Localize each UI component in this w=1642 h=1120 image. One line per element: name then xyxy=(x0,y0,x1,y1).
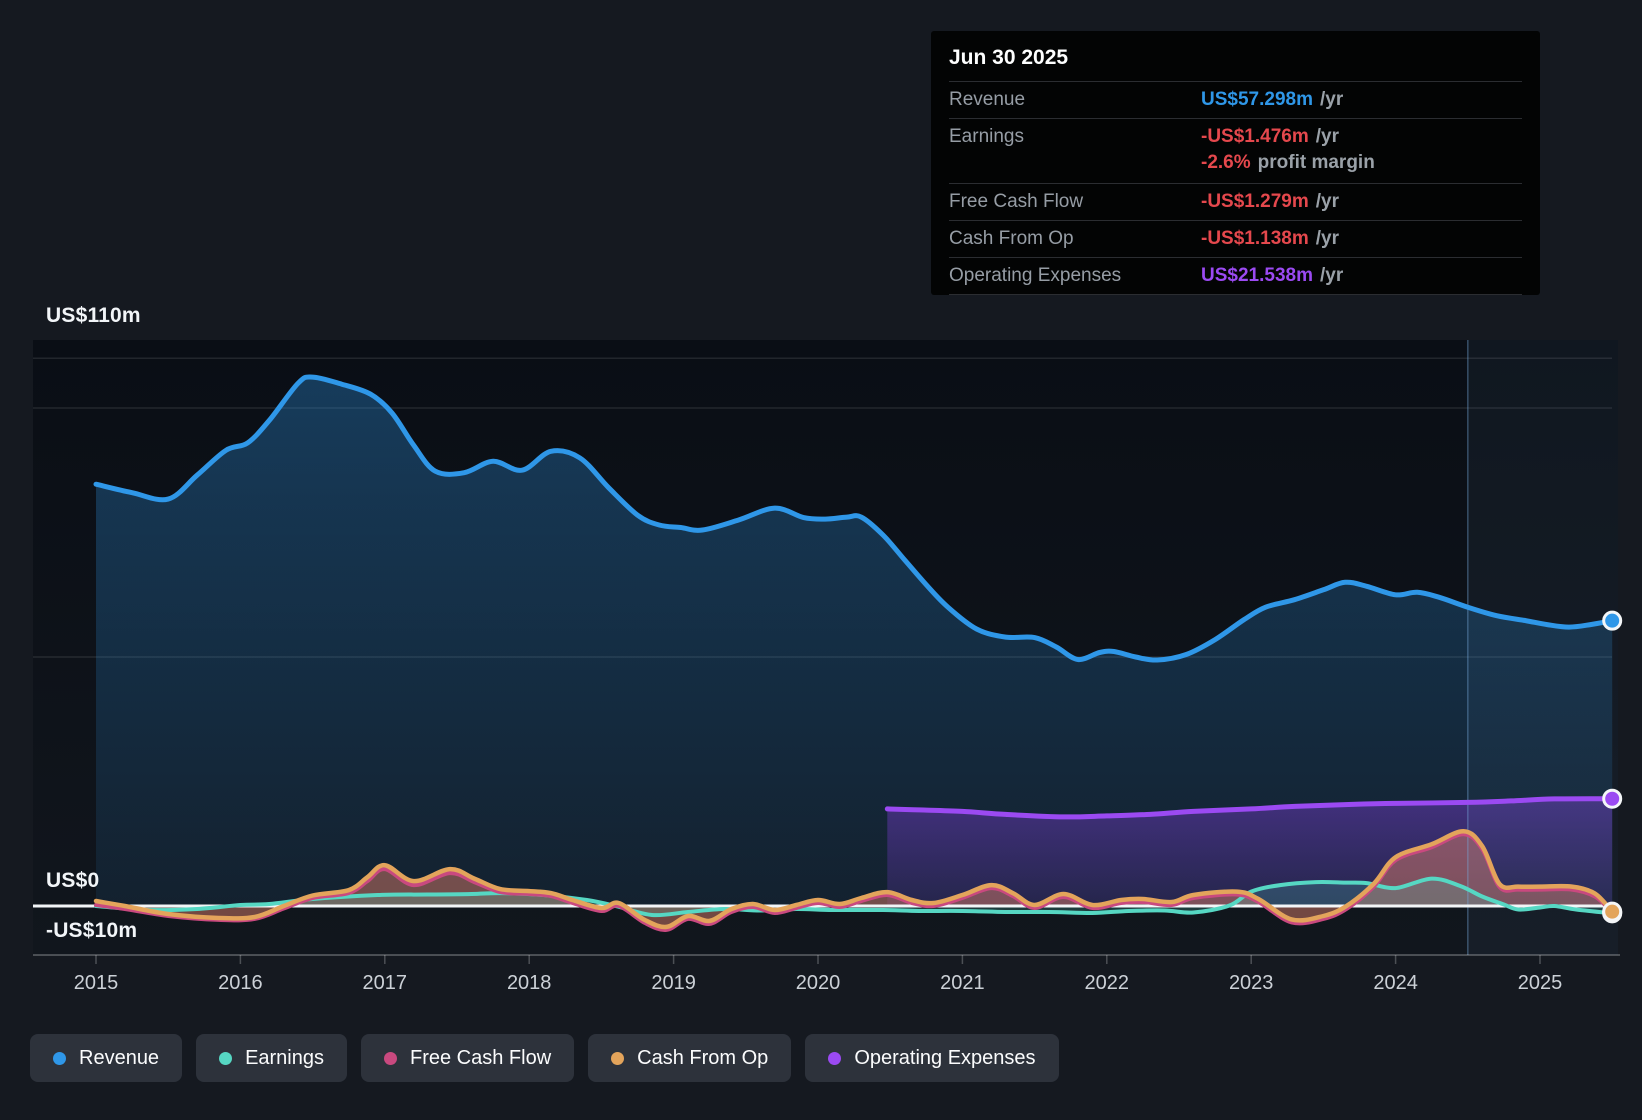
tooltip-row-unit: /yr xyxy=(1315,126,1339,147)
tooltip-row-unit: /yr xyxy=(1315,191,1339,212)
tooltip-row-label: Earnings xyxy=(949,126,1024,147)
fcf-legend-dot-icon xyxy=(384,1051,397,1065)
tooltip-row-label: Cash From Op xyxy=(949,228,1074,249)
legend-item-revenue[interactable]: Revenue xyxy=(30,1034,183,1082)
financial-history-chart-page: US$110m US$0 -US$10m 2015 2016 2017 2018 201… xyxy=(0,0,1642,1120)
y-axis-label-110m: US$110m xyxy=(46,304,141,327)
legend-item-label: Cash From Op xyxy=(637,1046,769,1069)
tooltip-row-value: US$21.538m xyxy=(1201,265,1313,286)
tooltip-row-unit: /yr xyxy=(1319,89,1344,110)
x-axis-label-2020: 2020 xyxy=(795,972,841,994)
tooltip-row-revenue: Revenue US$57.298m/yr xyxy=(949,82,1522,119)
legend-item-label: Free Cash Flow xyxy=(410,1046,552,1069)
profit-margin-value: -2.6% xyxy=(1201,152,1251,173)
tooltip-row-value: -US$1.138m xyxy=(1201,228,1309,249)
tooltip-row-earnings: Earnings -US$1.476m/yr xyxy=(949,119,1522,150)
legend-item-label: Revenue xyxy=(79,1046,160,1069)
legend: Revenue Earnings Free Cash Flow Cash From O… xyxy=(30,1034,1059,1082)
tooltip-row-label: Operating Expenses xyxy=(949,265,1122,286)
y-axis-label-neg10m: -US$10m xyxy=(46,919,138,942)
tooltip-row-operating-expenses: Operating Expenses US$21.538m/yr xyxy=(949,258,1522,295)
tooltip-rows: Revenue US$57.298m/yr Earnings -US$1.476m/y… xyxy=(949,82,1522,295)
tooltip: Jun 30 2025 Revenue US$57.298m/yr Earnings… xyxy=(931,31,1540,295)
x-axis-label-2015: 2015 xyxy=(73,972,119,994)
x-axis-label-2023: 2023 xyxy=(1228,972,1274,994)
tooltip-row-label: Free Cash Flow xyxy=(949,191,1084,212)
chart-hover-area[interactable] xyxy=(33,340,1618,955)
tooltip-date: Jun 30 2025 xyxy=(949,31,1522,82)
tooltip-row-label: Revenue xyxy=(949,89,1026,110)
cashop-legend-dot-icon xyxy=(611,1051,625,1065)
tooltip-row-unit: /yr xyxy=(1319,265,1344,286)
tooltip-row-free-cash-flow: Free Cash Flow -US$1.279m/yr xyxy=(949,184,1522,221)
x-axis-label-2018: 2018 xyxy=(506,972,552,994)
x-axis-label-2016: 2016 xyxy=(218,972,263,994)
x-axis-label-2021: 2021 xyxy=(940,972,985,994)
x-axis-label-2024: 2024 xyxy=(1373,972,1418,994)
x-axis-label-2025: 2025 xyxy=(1517,972,1563,994)
legend-item-free-cash-flow[interactable]: Free Cash Flow xyxy=(361,1034,575,1082)
legend-item-cash-from-op[interactable]: Cash From Op xyxy=(588,1034,792,1082)
legend-item-operating-expenses[interactable]: Operating Expenses xyxy=(805,1034,1059,1082)
revenue-legend-dot-icon xyxy=(53,1051,66,1065)
tooltip-row-cash-from-op: Cash From Op -US$1.138m/yr xyxy=(949,221,1522,258)
legend-item-label: Earnings xyxy=(245,1046,324,1069)
opex-legend-dot-icon xyxy=(828,1051,842,1065)
tooltip-profit-margin-row: -2.6% profit margin xyxy=(949,150,1522,184)
profit-margin-text: profit margin xyxy=(1257,152,1375,173)
earnings-legend-dot-icon xyxy=(219,1051,233,1065)
tooltip-row-value: -US$1.476m xyxy=(1201,126,1309,147)
x-axis-label-2022: 2022 xyxy=(1084,972,1130,994)
legend-item-earnings[interactable]: Earnings xyxy=(196,1034,347,1082)
x-axis-label-2019: 2019 xyxy=(651,972,696,994)
tooltip-row-value: US$57.298m xyxy=(1201,89,1313,110)
x-axis-label-2017: 2017 xyxy=(362,972,408,994)
legend-item-label: Operating Expenses xyxy=(854,1046,1036,1069)
y-axis-label-0: US$0 xyxy=(46,869,100,892)
tooltip-row-value: -US$1.279m xyxy=(1201,191,1309,212)
tooltip-row-unit: /yr xyxy=(1315,228,1339,249)
